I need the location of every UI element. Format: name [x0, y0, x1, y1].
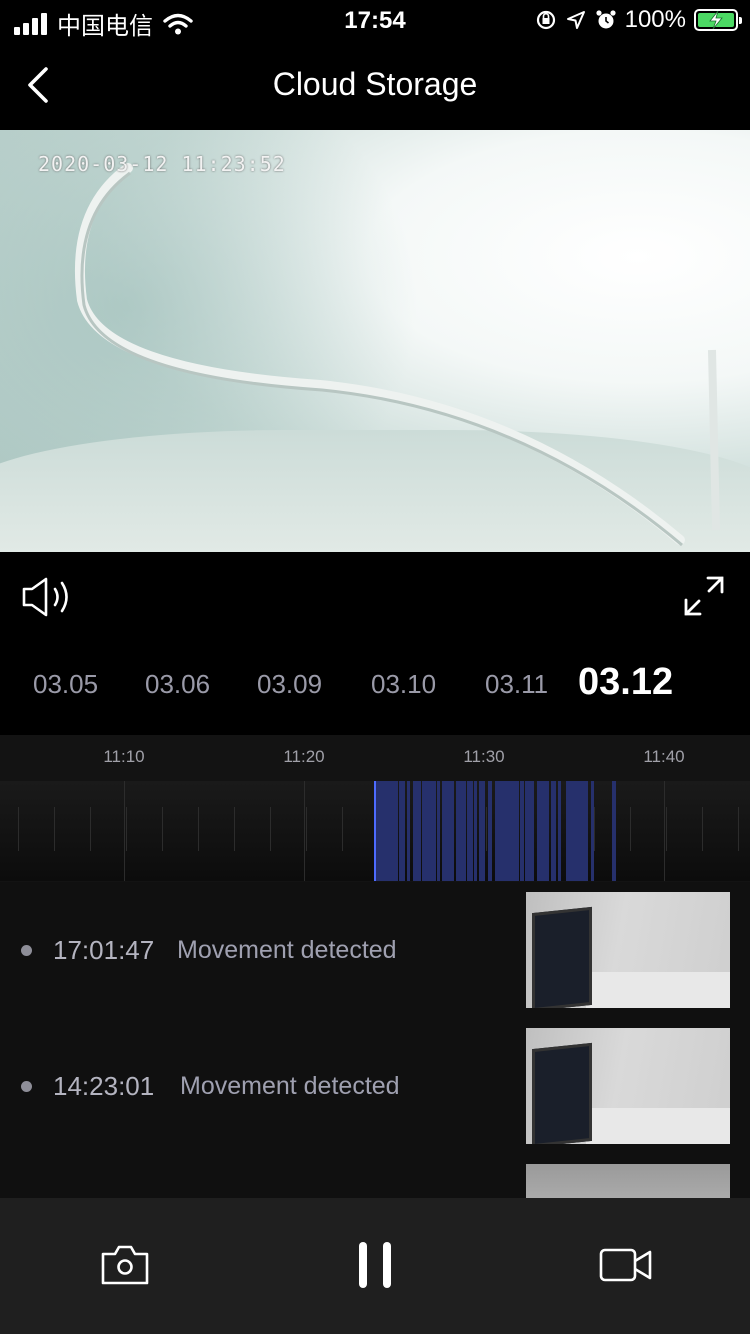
- timeline-minor-tick: [738, 807, 739, 851]
- event-thumbnail[interactable]: [526, 1164, 730, 1198]
- status-bar: 中国电信 17:54 100%: [0, 0, 750, 40]
- date-selector: 03.05 03.06 03.09 03.10 03.11 03.12: [0, 655, 750, 725]
- timeline-minor-tick: [126, 807, 127, 851]
- timeline-recording-segment: [591, 781, 594, 881]
- event-bullet: [21, 1081, 32, 1092]
- battery-icon: [694, 9, 742, 31]
- timeline-minor-tick: [18, 807, 19, 851]
- timeline-recording-segment: [551, 781, 556, 881]
- date-tab[interactable]: 03.05: [33, 669, 98, 700]
- timeline[interactable]: 11:10 11:20 11:30 11:40: [0, 735, 750, 882]
- timeline-minor-tick: [54, 807, 55, 851]
- timeline-recording-segment: [467, 781, 473, 881]
- fullscreen-button[interactable]: [682, 574, 726, 618]
- record-button[interactable]: [598, 1246, 654, 1284]
- timeline-major-tick: [664, 781, 665, 881]
- timeline-recording-segment: [376, 781, 398, 881]
- video-timestamp: 2020-03-12 11:23:52: [38, 152, 286, 176]
- bottom-toolbar: [0, 1198, 750, 1334]
- timeline-tick-label: 11:20: [283, 747, 325, 766]
- event-item[interactable]: 17:01:47 Movement detected: [0, 882, 750, 1018]
- timeline-minor-tick: [306, 807, 307, 851]
- timeline-recording-segment: [413, 781, 421, 881]
- timeline-minor-tick: [270, 807, 271, 851]
- alarm-icon: [596, 10, 616, 29]
- timeline-minor-tick: [162, 807, 163, 851]
- date-tab-selected[interactable]: 03.12: [578, 661, 673, 704]
- event-bullet: [21, 945, 32, 956]
- timeline-recording-segment: [612, 781, 616, 881]
- timeline-recording-segment: [488, 781, 492, 881]
- event-description: Movement detected: [180, 1072, 400, 1100]
- timeline-minor-tick: [198, 807, 199, 851]
- event-thumbnail[interactable]: [526, 892, 730, 1008]
- timeline-recording-segment: [537, 781, 549, 881]
- timeline-tick-label: 11:30: [463, 747, 505, 766]
- volume-button[interactable]: [20, 574, 74, 620]
- timeline-recording-segment: [422, 781, 436, 881]
- timeline-minor-tick: [594, 807, 595, 851]
- date-tab[interactable]: 03.11: [485, 669, 548, 700]
- timeline-recording-segment: [456, 781, 466, 881]
- event-time: 17:01:47: [53, 935, 155, 965]
- timeline-minor-tick: [342, 807, 343, 851]
- snapshot-button[interactable]: [100, 1244, 150, 1286]
- event-list: 17:01:47 Movement detected 14:23:01 Move…: [0, 882, 750, 1198]
- orientation-lock-icon: [536, 10, 555, 30]
- timeline-recording-segment: [525, 781, 534, 881]
- timeline-recording-segment: [558, 781, 561, 881]
- timeline-major-tick: [124, 781, 125, 881]
- video-frame: [74, 163, 720, 547]
- timeline-recording-segment: [566, 781, 588, 881]
- battery-percent: 100%: [624, 6, 686, 33]
- timeline-recording-segment: [479, 781, 485, 881]
- timeline-minor-tick: [90, 807, 91, 851]
- timeline-tick-label: 11:40: [643, 747, 685, 766]
- event-item[interactable]: 14:23:01 Movement detected: [0, 1018, 750, 1154]
- timeline-playhead[interactable]: [374, 781, 376, 881]
- event-time: 14:23:01: [53, 1071, 155, 1101]
- date-tab[interactable]: 03.10: [371, 669, 436, 700]
- event-item[interactable]: [0, 1154, 750, 1198]
- timeline-recording-segment: [399, 781, 405, 881]
- timeline-major-tick: [304, 781, 305, 881]
- timeline-recording-segment: [520, 781, 524, 881]
- timeline-minor-tick: [630, 807, 631, 851]
- timeline-minor-tick: [702, 807, 703, 851]
- event-description: Movement detected: [177, 936, 397, 964]
- page-title: Cloud Storage: [272, 66, 478, 102]
- pause-button[interactable]: [356, 1240, 394, 1290]
- timeline-minor-tick: [666, 807, 667, 851]
- event-thumbnail[interactable]: [526, 1028, 730, 1144]
- cloud-storage-screen: 中国电信 17:54 100% Cloud Storage 2020-03-12…: [0, 0, 750, 1334]
- video-player[interactable]: 2020-03-12 11:23:52: [0, 130, 750, 552]
- timeline-tick-label: 11:10: [103, 747, 145, 766]
- date-tab[interactable]: 03.06: [145, 669, 210, 700]
- timeline-recording-segment: [495, 781, 519, 881]
- timeline-minor-tick: [486, 807, 487, 851]
- timeline-recording-segment: [474, 781, 477, 881]
- date-tab[interactable]: 03.09: [257, 669, 322, 700]
- timeline-track[interactable]: [0, 781, 750, 881]
- location-icon: [566, 11, 585, 29]
- navigation-bar: Cloud Storage: [0, 40, 750, 130]
- timeline-recording-segment: [437, 781, 440, 881]
- timeline-recording-segment: [407, 781, 410, 881]
- timeline-minor-tick: [234, 807, 235, 851]
- timeline-recording-segment: [442, 781, 454, 881]
